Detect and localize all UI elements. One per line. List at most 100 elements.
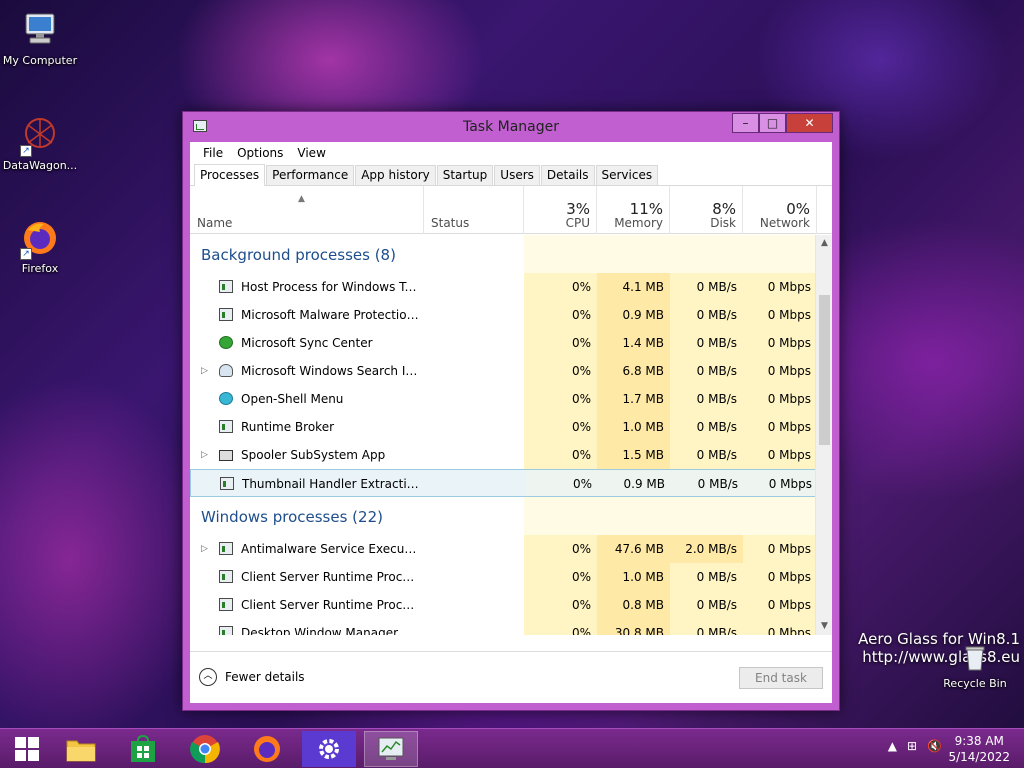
tab-details[interactable]: Details: [540, 165, 595, 185]
network-icon[interactable]: ⊞: [907, 739, 917, 753]
column-background: [597, 497, 670, 535]
minimize-button[interactable]: –: [732, 113, 759, 133]
memory-cell: 0.9 MB: [598, 470, 671, 496]
desktop-icon-datawagon[interactable]: ↗ DataWagon...: [0, 115, 80, 172]
window-controls: – □ ✕: [732, 113, 833, 133]
chevron-up-icon: ︿: [199, 668, 217, 686]
show-hidden-icons-icon[interactable]: ▲: [888, 739, 897, 753]
process-row[interactable]: 0% 47.6 MB 2.0 MB/s 0 Mbps ▷ Antimalware Serv…: [190, 535, 817, 563]
cpu-cell: 0%: [524, 563, 597, 591]
taskbar-file-explorer[interactable]: [54, 731, 108, 767]
tab-startup[interactable]: Startup: [436, 165, 494, 185]
taskbar-store[interactable]: [116, 731, 170, 767]
process-row[interactable]: 0% 6.8 MB 0 MB/s 0 Mbps ▷ Microsoft Windows S…: [190, 357, 817, 385]
disk-cell: 0 MB/s: [670, 385, 743, 413]
search-user-icon: [219, 364, 233, 377]
column-label-disk: Disk: [710, 216, 736, 230]
cpu-cell: 0%: [524, 329, 597, 357]
network-cell: 0 Mbps: [743, 273, 817, 301]
tab-processes[interactable]: Processes: [194, 164, 266, 186]
fewer-details-button[interactable]: ︿ Fewer details: [199, 668, 305, 686]
scroll-up-icon[interactable]: ▲: [816, 235, 833, 252]
expand-chevron-icon[interactable]: ▷: [201, 357, 208, 385]
process-row[interactable]: 0% 0.8 MB 0 MB/s 0 Mbps Client Server Runtim…: [190, 591, 817, 619]
network-cell: 0 Mbps: [743, 413, 817, 441]
process-name: Host Process for Windows Tasks: [241, 280, 421, 294]
column-header-cpu[interactable]: 3% CPU: [524, 186, 597, 234]
tab-app-history[interactable]: App history: [355, 165, 436, 185]
column-background: [597, 235, 670, 273]
menu-file[interactable]: File: [196, 146, 230, 160]
menu-view[interactable]: View: [290, 146, 332, 160]
group-header-row[interactable]: Background processes (8): [190, 235, 817, 273]
network-cell: 0 Mbps: [743, 535, 817, 563]
close-button[interactable]: ✕: [786, 113, 833, 133]
process-row[interactable]: 0% 1.0 MB 0 MB/s 0 Mbps Client Server Runtim…: [190, 563, 817, 591]
process-row[interactable]: 0% 1.4 MB 0 MB/s 0 Mbps Microsoft Sync Cente…: [190, 329, 817, 357]
memory-cell: 1.7 MB: [597, 385, 670, 413]
memory-cell: 1.4 MB: [597, 329, 670, 357]
tab-services[interactable]: Services: [595, 165, 659, 185]
maximize-button[interactable]: □: [759, 113, 786, 133]
clock[interactable]: 9:38 AM 5/14/2022: [948, 733, 1010, 765]
network-cell: 0 Mbps: [743, 563, 817, 591]
memory-cell: 1.0 MB: [597, 413, 670, 441]
shell-icon: [219, 392, 233, 405]
disk-cell: 0 MB/s: [670, 301, 743, 329]
window-client-area: File Options View Processes Performance …: [190, 142, 832, 703]
taskbar-settings[interactable]: [302, 731, 356, 767]
scroll-thumb[interactable]: [819, 295, 830, 445]
vertical-scrollbar[interactable]: ▲ ▼: [815, 235, 832, 635]
group-header-row[interactable]: Windows processes (22): [190, 497, 817, 535]
process-name: Open-Shell Menu: [241, 392, 344, 406]
tab-performance[interactable]: Performance: [266, 165, 355, 185]
scroll-down-icon[interactable]: ▼: [816, 618, 833, 635]
column-header-disk[interactable]: 8% Disk: [670, 186, 743, 234]
datawagon-icon: ↗: [20, 115, 60, 157]
cpu-cell: 0%: [524, 413, 597, 441]
column-header-network[interactable]: 0% Network: [743, 186, 817, 234]
column-background: [670, 235, 743, 273]
memory-cell: 0.9 MB: [597, 301, 670, 329]
taskbar-chrome[interactable]: [178, 731, 232, 767]
disk-cell: 2.0 MB/s: [670, 535, 743, 563]
column-header-name[interactable]: ▲ Name: [190, 186, 424, 234]
process-row[interactable]: 0% 0.9 MB 0 MB/s 0 Mbps Thumbnail Handler Ex…: [190, 469, 817, 497]
taskbar-firefox[interactable]: [240, 731, 294, 767]
expand-chevron-icon[interactable]: ▷: [201, 441, 208, 469]
menu-bar: File Options View: [190, 142, 832, 164]
expand-chevron-icon[interactable]: ▷: [201, 535, 208, 563]
clock-date: 5/14/2022: [948, 750, 1010, 764]
cpu-cell: 0%: [525, 470, 598, 496]
memory-cell: 6.8 MB: [597, 357, 670, 385]
process-row[interactable]: 0% 4.1 MB 0 MB/s 0 Mbps Host Process for Win…: [190, 273, 817, 301]
group-title: Windows processes (22): [201, 508, 383, 526]
process-row[interactable]: 0% 1.7 MB 0 MB/s 0 Mbps Open-Shell Menu: [190, 385, 817, 413]
taskbar: ▲ ⊞ 🔇 9:38 AM 5/14/2022: [0, 728, 1024, 768]
app-window-icon: [219, 626, 233, 635]
clock-time: 9:38 AM: [954, 734, 1004, 748]
column-header-status[interactable]: Status: [424, 186, 524, 234]
menu-options[interactable]: Options: [230, 146, 290, 160]
title-bar[interactable]: Task Manager – □ ✕: [183, 112, 839, 142]
process-row[interactable]: 0% 1.5 MB 0 MB/s 0 Mbps ▷ Spooler SubSystem A…: [190, 441, 817, 469]
process-row[interactable]: 0% 30.8 MB 0 MB/s 0 Mbps Desktop Window Mana…: [190, 619, 817, 635]
process-name: Thumbnail Handler Extraction ...: [242, 477, 422, 491]
process-row[interactable]: 0% 0.9 MB 0 MB/s 0 Mbps Microsoft Malware Pr…: [190, 301, 817, 329]
desktop-icon-firefox[interactable]: ↗ Firefox: [0, 218, 80, 275]
desktop-icon-my-computer[interactable]: My Computer: [0, 10, 80, 67]
disk-cell: 0 MB/s: [670, 413, 743, 441]
group-title: Background processes (8): [201, 246, 396, 264]
process-name: Desktop Window Manager: [241, 626, 399, 635]
disk-cell: 0 MB/s: [670, 357, 743, 385]
process-name: Client Server Runtime Process: [241, 570, 421, 584]
desktop-icon-recycle-bin[interactable]: Recycle Bin: [935, 643, 1015, 690]
volume-muted-icon[interactable]: 🔇: [927, 739, 942, 753]
memory-cell: 1.5 MB: [597, 441, 670, 469]
start-button[interactable]: [0, 731, 54, 767]
end-task-button[interactable]: End task: [739, 667, 823, 689]
tab-users[interactable]: Users: [494, 165, 540, 185]
taskbar-task-manager[interactable]: [364, 731, 418, 767]
process-row[interactable]: 0% 1.0 MB 0 MB/s 0 Mbps Runtime Broker: [190, 413, 817, 441]
column-header-memory[interactable]: 11% Memory: [597, 186, 670, 234]
